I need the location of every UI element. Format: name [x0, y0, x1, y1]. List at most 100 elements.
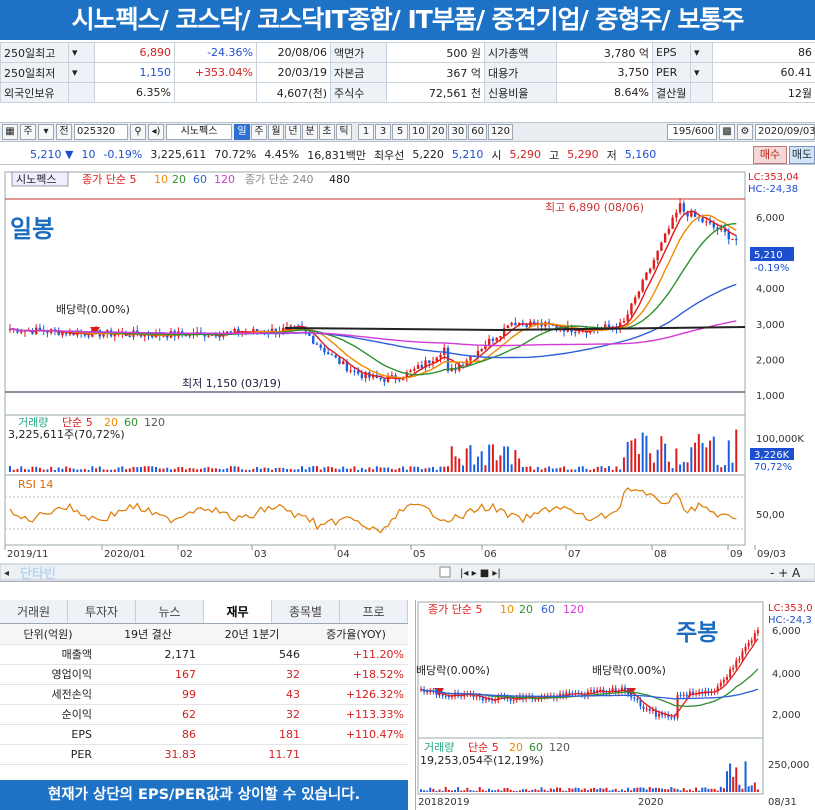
- weekly-chart[interactable]: 종가 단순 5 10 20 60 120 주봉 LC:353,0 HC:-24,3 6,000 4…: [415, 600, 815, 810]
- interval-button[interactable]: 120: [487, 124, 514, 140]
- zoom-icon[interactable]: ▩: [719, 124, 735, 140]
- volume-bar: [233, 466, 236, 472]
- volume-bar: [98, 466, 101, 472]
- weekly-candle-body: [639, 700, 642, 707]
- weekly-candle-body: [685, 694, 688, 696]
- weekly-candle-body: [475, 696, 478, 698]
- sell-button[interactable]: 매도: [789, 146, 815, 164]
- volume-bar: [589, 469, 592, 472]
- bar-count-field[interactable]: 195/600: [667, 124, 717, 140]
- candle-body: [626, 314, 629, 321]
- candle-body: [383, 379, 386, 382]
- period-button[interactable]: 일: [234, 124, 250, 140]
- x-axis-tick: 09: [730, 549, 743, 560]
- priority-bid: 5,210: [451, 148, 484, 161]
- volume-bar: [682, 461, 685, 472]
- weekly-candle-body: [756, 630, 759, 634]
- volume-bar: [555, 468, 558, 472]
- info-row: 250일최저 ▾ 1,150 +353.04% 20/03/19 자본금 367 억 대용가 3…: [0, 62, 815, 83]
- volume-bar: [177, 467, 180, 472]
- dropdown-icon[interactable]: ▾: [38, 124, 54, 140]
- volume-bar: [319, 469, 322, 472]
- stock-name-field[interactable]: 시노펙스: [166, 124, 232, 140]
- volume-bar: [611, 469, 614, 472]
- volume-bar: [95, 468, 98, 472]
- candle-body: [435, 357, 438, 362]
- volume-bar: [312, 466, 315, 472]
- period-button[interactable]: 주: [251, 124, 267, 140]
- volume-bar: [697, 434, 700, 472]
- period-button[interactable]: 분: [302, 124, 318, 140]
- financials-tab[interactable]: 프로: [340, 600, 408, 623]
- candle-body: [87, 335, 90, 337]
- period-button[interactable]: 월: [268, 124, 284, 140]
- volume-bar: [540, 469, 543, 472]
- info-cell: 3,750: [556, 62, 653, 83]
- interval-button[interactable]: 30: [448, 124, 468, 140]
- current-price-bar: 5,210 ▼ 10 -0.19% 3,225,611 70.72% 4.45%…: [0, 145, 815, 165]
- volume-bar: [518, 458, 521, 472]
- sound-icon[interactable]: ◂): [148, 124, 164, 140]
- interval-button[interactable]: 5: [392, 124, 408, 140]
- financials-tab[interactable]: 뉴스: [136, 600, 204, 623]
- search-icon[interactable]: ⚲: [130, 124, 146, 140]
- interval-button[interactable]: 20: [428, 124, 448, 140]
- volume-legend-period: 60: [124, 416, 138, 429]
- info-cell[interactable]: ▾: [690, 62, 713, 83]
- volume-bar: [709, 440, 712, 472]
- volume-bar: [506, 446, 509, 472]
- moving-average-line: [9, 210, 737, 380]
- financials-table: 단위(억원) 19년 결산 20년 1분기 증가율(YOY) 매출액 2,171 546 +…: [0, 624, 408, 765]
- buy-button[interactable]: 매수: [753, 146, 787, 164]
- gear-icon[interactable]: ⚙: [737, 124, 753, 140]
- legend-ma240: 종가 단순 240: [245, 173, 313, 186]
- weekly-volume-bar: [515, 790, 518, 792]
- volume-bar: [536, 467, 539, 472]
- volume-bar: [443, 466, 446, 472]
- weekly-candle-body: [645, 708, 648, 710]
- daily-chart-canvas[interactable]: 시노펙스종가 단순 5102060120종가 단순 2404806,0005,0…: [0, 167, 815, 582]
- market-select[interactable]: 전: [56, 124, 72, 140]
- period-button[interactable]: 년: [285, 124, 301, 140]
- price-axis-tick: 6,000: [756, 213, 785, 224]
- volume-bar: [499, 455, 502, 472]
- interval-button[interactable]: 60: [468, 124, 487, 140]
- volume-bar: [357, 469, 360, 472]
- volume-bar: [660, 436, 663, 472]
- info-cell[interactable]: ▾: [690, 42, 713, 63]
- period-button[interactable]: 초: [319, 124, 335, 140]
- volume-bar: [222, 469, 225, 472]
- info-cell: 액면가: [330, 42, 387, 63]
- daily-chart[interactable]: 시노펙스종가 단순 5102060120종가 단순 2404806,0005,0…: [0, 167, 815, 582]
- weekly-chart-canvas[interactable]: 종가 단순 5 10 20 60 120 주봉 LC:353,0HC:-24,36,000 4…: [416, 600, 815, 810]
- mode-select[interactable]: 주: [20, 124, 36, 140]
- info-cell[interactable]: ▾: [68, 42, 95, 63]
- weekly-volume-bar: [556, 787, 558, 792]
- weekly-volume-bar: [605, 787, 608, 792]
- info-row: 외국인보유 6.35% 4,607(천) 주식수 72,561 천 신용비율 8.64% 결산…: [0, 82, 815, 103]
- weekly-candle-body: [722, 679, 725, 683]
- info-cell[interactable]: ▾: [68, 62, 95, 83]
- financials-tab[interactable]: 재무: [204, 600, 272, 623]
- financials-tab[interactable]: 거래원: [0, 600, 68, 623]
- period-button[interactable]: 틱: [336, 124, 352, 140]
- chart-icon[interactable]: ▦: [2, 124, 18, 140]
- weekly-candle-body: [441, 694, 444, 696]
- weekly-x-axis-tick: 2020: [638, 797, 663, 808]
- volume-bar: [16, 468, 19, 472]
- financials-tab[interactable]: 투자자: [68, 600, 136, 623]
- volume-bar: [304, 469, 307, 472]
- interval-button[interactable]: 3: [375, 124, 391, 140]
- volume-bar: [38, 467, 41, 472]
- volume-bar: [402, 466, 405, 472]
- candle-body: [356, 370, 360, 374]
- interval-button[interactable]: 1: [358, 124, 374, 140]
- volume-bar: [465, 448, 468, 472]
- interval-button[interactable]: 10: [409, 124, 428, 140]
- financials-tab[interactable]: 종목별: [272, 600, 340, 623]
- volume-bar: [76, 469, 79, 472]
- date-field[interactable]: 2020/09/03: [755, 124, 815, 140]
- volume-bar: [510, 464, 513, 472]
- weekly-volume-bar: [559, 787, 562, 792]
- stock-code-input[interactable]: 025320: [74, 124, 128, 140]
